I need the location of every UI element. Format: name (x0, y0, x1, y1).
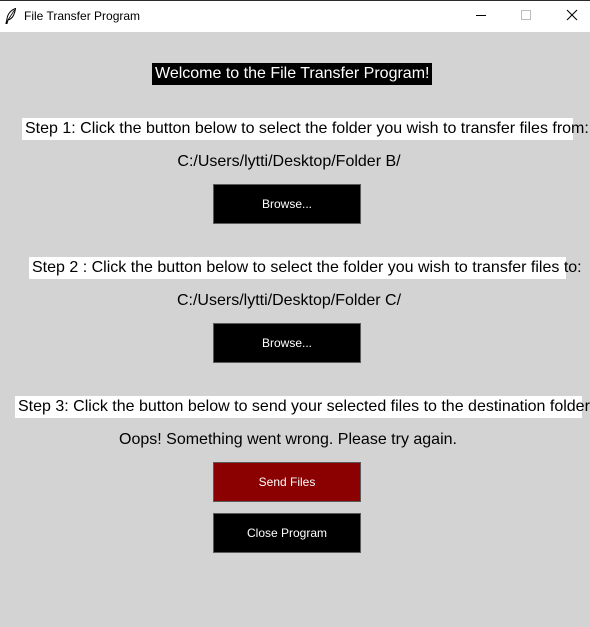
window-title: File Transfer Program (24, 9, 141, 23)
maximize-icon (520, 8, 532, 26)
step2-label: Step 2 : Click the button below to selec… (29, 257, 582, 279)
welcome-heading: Welcome to the File Transfer Program! (152, 63, 433, 85)
title-bar[interactable]: File Transfer Program (0, 0, 590, 32)
source-folder-path: C:/Users/lytti/Desktop/Folder B/ (177, 153, 401, 170)
app-window: File Transfer Program Welcome to the Fil… (0, 0, 590, 627)
step1-label: Step 1: Click the button below to select… (22, 118, 589, 140)
minimize-icon (475, 8, 487, 26)
close-program-button[interactable]: Close Program (213, 513, 361, 553)
feather-icon (5, 7, 17, 24)
minimize-button[interactable] (458, 1, 504, 32)
status-message: Oops! Something went wrong. Please try a… (119, 431, 457, 448)
browse-source-button[interactable]: Browse... (213, 184, 361, 224)
step3-label: Step 3: Click the button below to send y… (15, 396, 590, 418)
send-files-button[interactable]: Send Files (213, 462, 361, 502)
maximize-button[interactable] (503, 1, 549, 32)
main-content: Welcome to the File Transfer Program! St… (0, 32, 590, 627)
destination-folder-path: C:/Users/lytti/Desktop/Folder C/ (176, 292, 402, 309)
close-icon (566, 8, 578, 26)
browse-destination-button[interactable]: Browse... (213, 323, 361, 363)
close-window-button[interactable] (549, 1, 590, 32)
